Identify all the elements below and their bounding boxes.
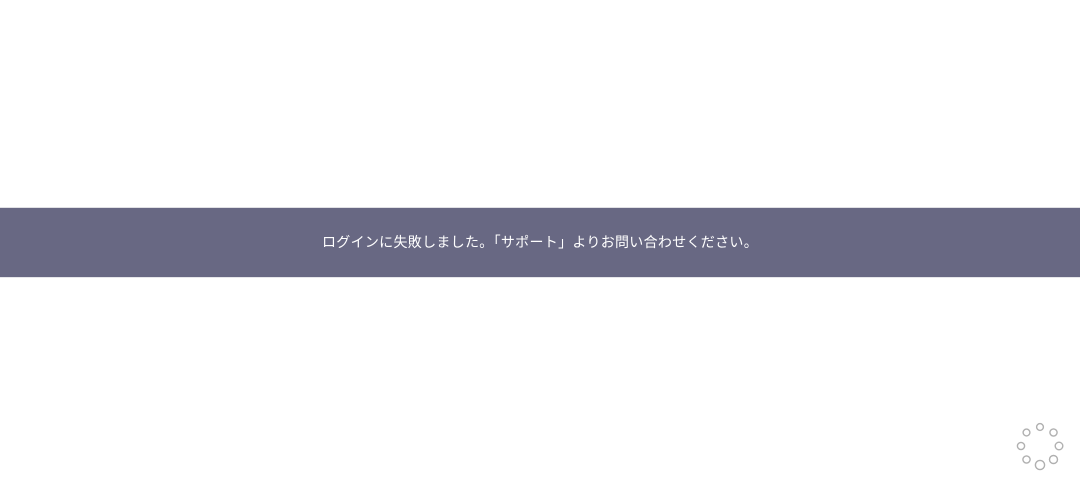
login-error-message: ログインに失敗しました。「サポート」よりお問い合わせください。 <box>321 234 759 251</box>
login-error-banner: ログインに失敗しました。「サポート」よりお問い合わせください。 <box>0 207 1080 278</box>
page: ログインに失敗しました。「サポート」よりお問い合わせください。 <box>0 0 1080 486</box>
loading-spinner-icon <box>1014 420 1066 472</box>
